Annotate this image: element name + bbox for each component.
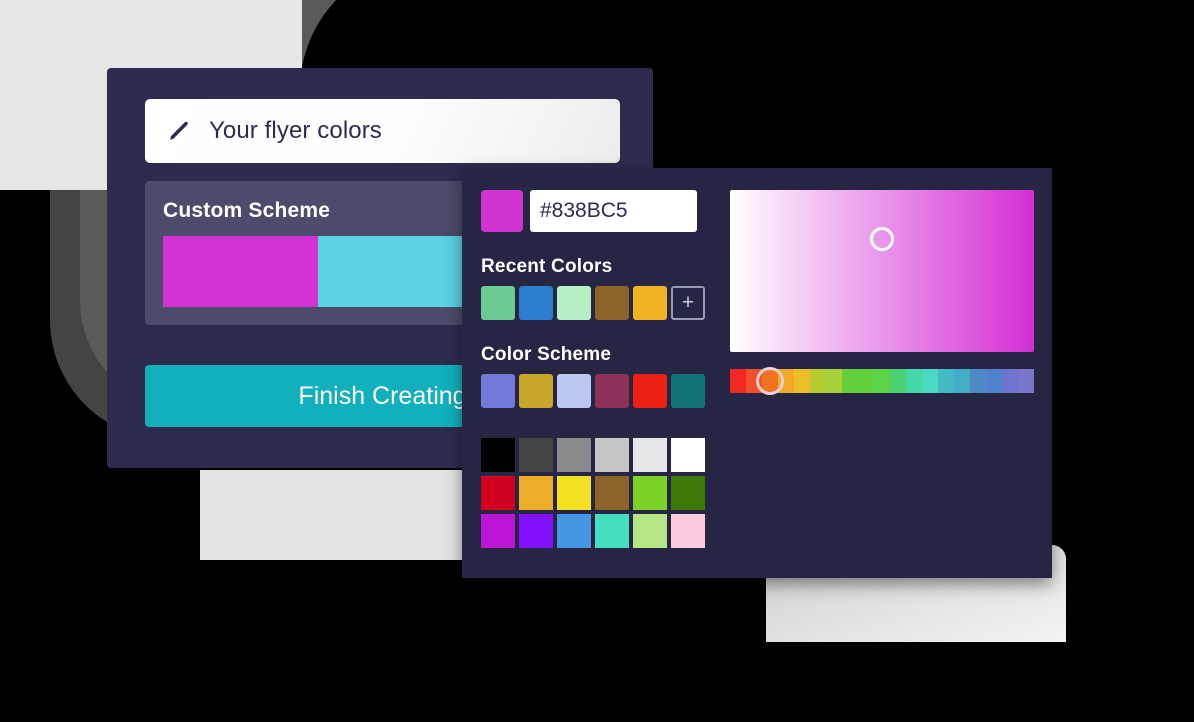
palette-swatch-2-3[interactable] xyxy=(595,514,629,548)
hue-band-5 xyxy=(810,369,826,393)
recent-colors-label: Recent Colors xyxy=(481,256,613,277)
color-scheme-swatch-5[interactable] xyxy=(671,374,705,408)
screen-root: Your flyer colors Custom Scheme Finish C… xyxy=(0,0,1194,722)
selected-color-preview[interactable] xyxy=(481,190,523,232)
hue-band-14 xyxy=(954,369,970,393)
color-scheme-row xyxy=(481,374,721,408)
color-scheme-swatch-1[interactable] xyxy=(519,374,553,408)
recent-color-swatch-3[interactable] xyxy=(595,286,629,320)
hue-band-6 xyxy=(826,369,842,393)
hue-band-11 xyxy=(906,369,922,393)
recent-color-swatch-0[interactable] xyxy=(481,286,515,320)
hue-band-10 xyxy=(890,369,906,393)
hex-color-input[interactable] xyxy=(530,190,697,232)
palette-swatch-1-1[interactable] xyxy=(519,476,553,510)
hue-band-18 xyxy=(1018,369,1034,393)
hue-band-0 xyxy=(730,369,746,393)
palette-swatch-0-4[interactable] xyxy=(633,438,667,472)
palette-swatch-1-5[interactable] xyxy=(671,476,705,510)
palette-swatch-0-5[interactable] xyxy=(671,438,705,472)
palette-swatch-0-1[interactable] xyxy=(519,438,553,472)
palette-swatch-0-3[interactable] xyxy=(595,438,629,472)
custom-scheme-swatch-1[interactable] xyxy=(318,236,473,307)
saturation-gradient-area[interactable] xyxy=(730,190,1034,352)
custom-scheme-swatch-0[interactable] xyxy=(163,236,318,307)
color-scheme-swatch-4[interactable] xyxy=(633,374,667,408)
recent-color-swatch-4[interactable] xyxy=(633,286,667,320)
color-picker-panel: Recent Colors + Color Scheme xyxy=(462,168,1052,578)
palette-swatch-1-0[interactable] xyxy=(481,476,515,510)
pencil-icon xyxy=(167,119,191,143)
palette-swatch-2-4[interactable] xyxy=(633,514,667,548)
hue-slider[interactable] xyxy=(730,367,1034,395)
palette-swatch-0-0[interactable] xyxy=(481,438,515,472)
color-scheme-label: Color Scheme xyxy=(481,344,612,365)
palette-swatch-2-1[interactable] xyxy=(519,514,553,548)
hue-band-12 xyxy=(922,369,938,393)
palette-swatch-1-2[interactable] xyxy=(557,476,591,510)
hue-band-15 xyxy=(970,369,986,393)
palette-swatch-1-4[interactable] xyxy=(633,476,667,510)
saturation-handle[interactable] xyxy=(870,226,894,251)
palette-swatch-2-0[interactable] xyxy=(481,514,515,548)
palette-swatch-2-2[interactable] xyxy=(557,514,591,548)
color-scheme-swatch-2[interactable] xyxy=(557,374,591,408)
hue-band-17 xyxy=(1002,369,1018,393)
color-scheme-swatch-0[interactable] xyxy=(481,374,515,408)
color-scheme-swatch-3[interactable] xyxy=(595,374,629,408)
palette-swatch-0-2[interactable] xyxy=(557,438,591,472)
hue-band-9 xyxy=(874,369,890,393)
recent-colors-row: + xyxy=(481,286,721,320)
dialog-title-text: Your flyer colors xyxy=(209,117,382,144)
hue-slider-handle[interactable] xyxy=(755,367,784,395)
recent-color-swatch-1[interactable] xyxy=(519,286,553,320)
add-color-button[interactable]: + xyxy=(671,286,705,320)
palette-swatch-2-5[interactable] xyxy=(671,514,705,548)
dialog-title-bar[interactable]: Your flyer colors xyxy=(145,99,620,163)
palette-grid xyxy=(481,438,721,548)
hue-band-4 xyxy=(794,369,810,393)
hue-band-7 xyxy=(842,369,858,393)
hue-band-8 xyxy=(858,369,874,393)
hue-band-13 xyxy=(938,369,954,393)
color-picker-right-column xyxy=(730,190,1034,395)
color-picker-left-column: Recent Colors + Color Scheme xyxy=(481,190,721,548)
hue-band-16 xyxy=(986,369,1002,393)
hex-input-row xyxy=(481,190,721,232)
recent-color-swatch-2[interactable] xyxy=(557,286,591,320)
palette-swatch-1-3[interactable] xyxy=(595,476,629,510)
